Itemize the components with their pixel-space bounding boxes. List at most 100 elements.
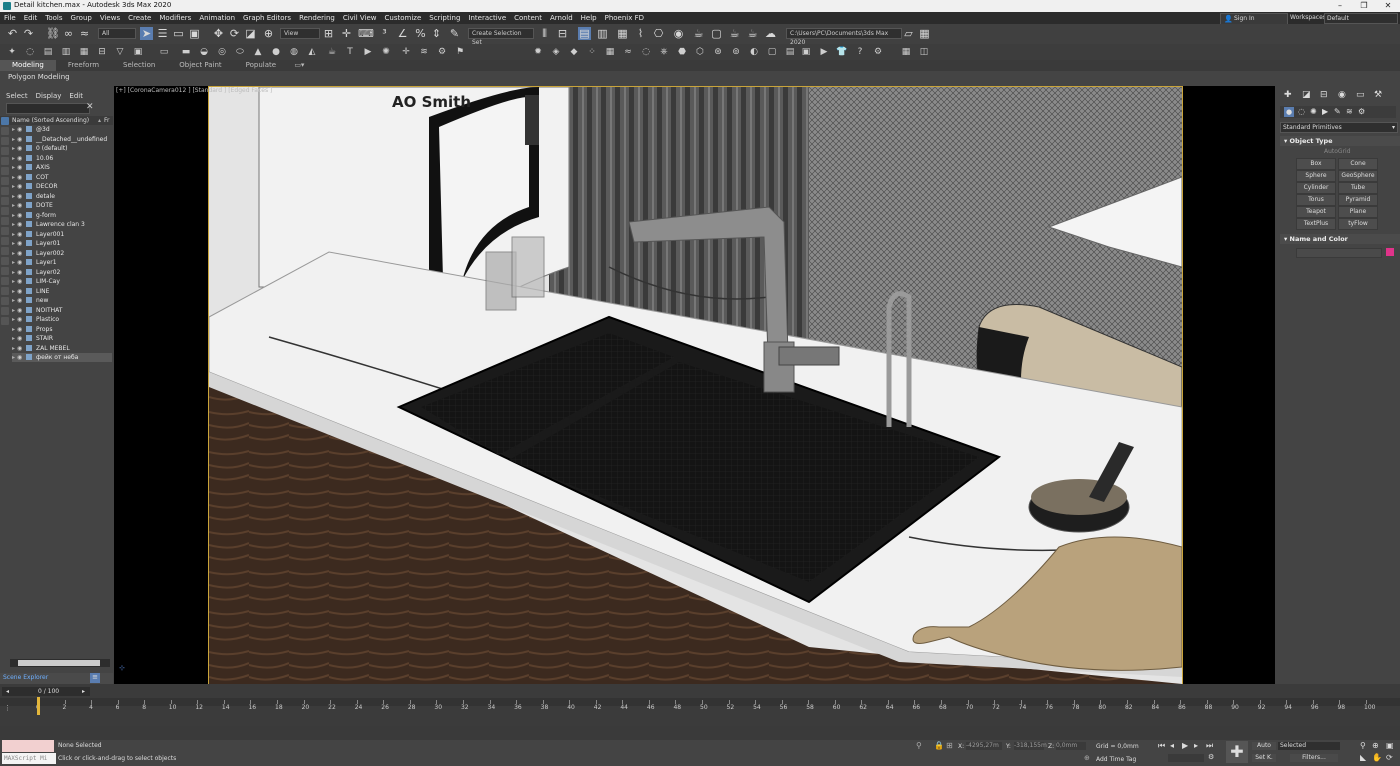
cone-button[interactable]: Cone (1338, 158, 1378, 170)
tab-object-paint[interactable]: Object Paint (167, 60, 233, 71)
geosphere-icon[interactable]: ◍ (288, 46, 300, 58)
layer-row[interactable]: ▸ ◉ g-form (12, 211, 112, 220)
visibility-eye-icon[interactable]: ◉ (17, 155, 24, 162)
visibility-eye-icon[interactable]: ◉ (17, 288, 24, 295)
shapes-category-icon[interactable]: ◌ (1298, 107, 1305, 116)
expand-arrow-icon[interactable]: ▸ (12, 201, 15, 210)
helper-icon[interactable]: ✛ (400, 46, 412, 58)
display-all-icon[interactable] (1, 117, 9, 125)
move-icon[interactable]: ✥ (212, 27, 225, 40)
menu-content[interactable]: Content (510, 12, 546, 24)
phoenix-preview-icon[interactable]: ▣ (800, 46, 812, 58)
primitive-type-dropdown[interactable]: Standard Primitives ▾ (1280, 122, 1398, 133)
menu-arnold[interactable]: Arnold (546, 12, 577, 24)
snaps-toggle-icon[interactable]: ³ (378, 27, 391, 40)
spinner-snap-icon[interactable]: ⇕ (430, 27, 443, 40)
ribbon-options-icon[interactable]: ▭▾ (290, 60, 308, 71)
project-folder-icon[interactable]: ▱ (902, 27, 915, 40)
previous-frame-icon[interactable]: ◂ (1170, 741, 1174, 750)
layer-row[interactable]: ▸ ◉ Layer002 (12, 249, 112, 258)
geosphere-button[interactable]: GeoSphere (1338, 170, 1378, 182)
visibility-eye-icon[interactable]: ◉ (17, 259, 24, 266)
layer-row[interactable]: ▸ ◉ AXIS (12, 163, 112, 172)
layer-row[interactable]: ▸ ◉ Props (12, 325, 112, 334)
visibility-eye-icon[interactable]: ◉ (17, 297, 24, 304)
z-coordinate-field[interactable]: 0,0mm (1056, 742, 1086, 750)
orbit-icon[interactable]: ⟳ (1386, 753, 1393, 762)
visibility-eye-icon[interactable]: ◉ (17, 335, 24, 342)
field-of-view-icon[interactable]: ◣ (1360, 753, 1366, 762)
maximize-icon[interactable]: ❐ (1352, 0, 1376, 12)
expand-arrow-icon[interactable]: ▸ (12, 192, 15, 201)
redo-icon[interactable]: ↷ (22, 27, 35, 40)
phoenix-volume-icon[interactable]: ▢ (766, 46, 778, 58)
render-iterative-icon[interactable]: ☕ (746, 27, 759, 40)
phoenix-tex-icon[interactable]: ◐ (748, 46, 760, 58)
visibility-eye-icon[interactable]: ◉ (17, 307, 24, 314)
undo-icon[interactable]: ↶ (6, 27, 19, 40)
pin-icon[interactable]: ✦ (6, 46, 18, 58)
workspace-dropdown[interactable]: Default (1324, 13, 1398, 24)
find-icon[interactable] (1, 277, 9, 285)
expand-arrow-icon[interactable]: ▸ (12, 230, 15, 239)
menu-create[interactable]: Create (124, 12, 155, 24)
visibility-eye-icon[interactable]: ◉ (17, 202, 24, 209)
time-slider[interactable]: ◂ 0 / 100 ▸ (2, 687, 90, 696)
add-time-tag-button[interactable]: Add Time Tag (1096, 756, 1136, 763)
select-by-name-icon[interactable]: ☰ (156, 27, 169, 40)
expand-arrow-icon[interactable]: ▸ (12, 315, 15, 324)
torus-button[interactable]: Torus (1296, 194, 1336, 206)
layer-row[interactable]: ▸ ◉ NOITHAT (12, 306, 112, 315)
none-filter-icon[interactable] (1, 257, 9, 265)
object-color-swatch[interactable] (1386, 248, 1394, 256)
layer-row[interactable]: ▸ ◉ Layer01 (12, 239, 112, 248)
maxscript-listener-pink[interactable] (2, 740, 54, 752)
scene-menu-select[interactable]: Select (6, 92, 28, 100)
phoenix-ocean-icon[interactable]: ≈ (622, 46, 634, 58)
keyboard-shortcut-icon[interactable]: ⌨ (358, 27, 374, 40)
phoenix-liquid-icon[interactable]: ◈ (550, 46, 562, 58)
cameras-filter-icon[interactable] (1, 157, 9, 165)
menu-edit[interactable]: Edit (20, 12, 42, 24)
tube-button[interactable]: Tube (1338, 182, 1378, 194)
phoenix-help-icon[interactable]: ? (854, 46, 866, 58)
align-icon[interactable]: ⊟ (556, 27, 569, 40)
expand-arrow-icon[interactable]: ▸ (12, 249, 15, 258)
helpers-filter-icon[interactable] (1, 167, 9, 175)
containers-filter-icon[interactable] (1, 217, 9, 225)
all-filter-icon[interactable] (1, 247, 9, 255)
menu-scripting[interactable]: Scripting (425, 12, 464, 24)
geometry-category-icon[interactable]: ● (1284, 107, 1294, 117)
set-key-button[interactable]: Set K. (1252, 754, 1276, 762)
groups-filter-icon[interactable] (1, 187, 9, 195)
link-icon[interactable]: ⛓ (46, 27, 60, 40)
frozen-filter-icon[interactable] (1, 227, 9, 235)
plane-button[interactable]: Plane (1338, 206, 1378, 218)
lock-icon[interactable] (1, 317, 9, 325)
scene-search-input[interactable] (6, 103, 90, 114)
text-icon[interactable]: T (344, 46, 356, 58)
sphere-icon[interactable]: ● (270, 46, 282, 58)
display-tab-icon[interactable]: ▭ (1356, 90, 1365, 100)
tab-modeling[interactable]: Modeling (0, 60, 56, 71)
grid-icon[interactable]: ▦ (78, 46, 90, 58)
x-coordinate-field[interactable]: -4295,27m (966, 742, 1002, 750)
menu-file[interactable]: File (0, 12, 20, 24)
time-slider-left-icon[interactable]: ◂ (6, 687, 9, 696)
maxscript-listener-input[interactable]: MAXScript Mi (2, 753, 56, 764)
menu-graph-editors[interactable]: Graph Editors (239, 12, 295, 24)
viewport-label[interactable]: [+] [CoronaCamera012 ] [Standard ] [Edge… (116, 87, 272, 94)
time-config-icon[interactable]: ⚙ (1208, 753, 1214, 761)
menu-tools[interactable]: Tools (41, 12, 66, 24)
layer-row[interactable]: ▸ ◉ Layer02 (12, 268, 112, 277)
xrefs-filter-icon[interactable] (1, 197, 9, 205)
space-warp-icon[interactable]: ≋ (418, 46, 430, 58)
phoenix-wind-icon[interactable]: ⎈ (658, 46, 670, 58)
polygon-modeling-label[interactable]: Polygon Modeling (8, 73, 70, 81)
visibility-eye-icon[interactable]: ◉ (17, 231, 24, 238)
current-frame-field[interactable] (1168, 754, 1204, 762)
textplus-button[interactable]: TextPlus (1296, 218, 1336, 230)
layer-row[interactable]: ▸ ◉ STAIR (12, 334, 112, 343)
lights-category-icon[interactable]: ✺ (1310, 107, 1317, 116)
tab-freeform[interactable]: Freeform (56, 60, 111, 71)
